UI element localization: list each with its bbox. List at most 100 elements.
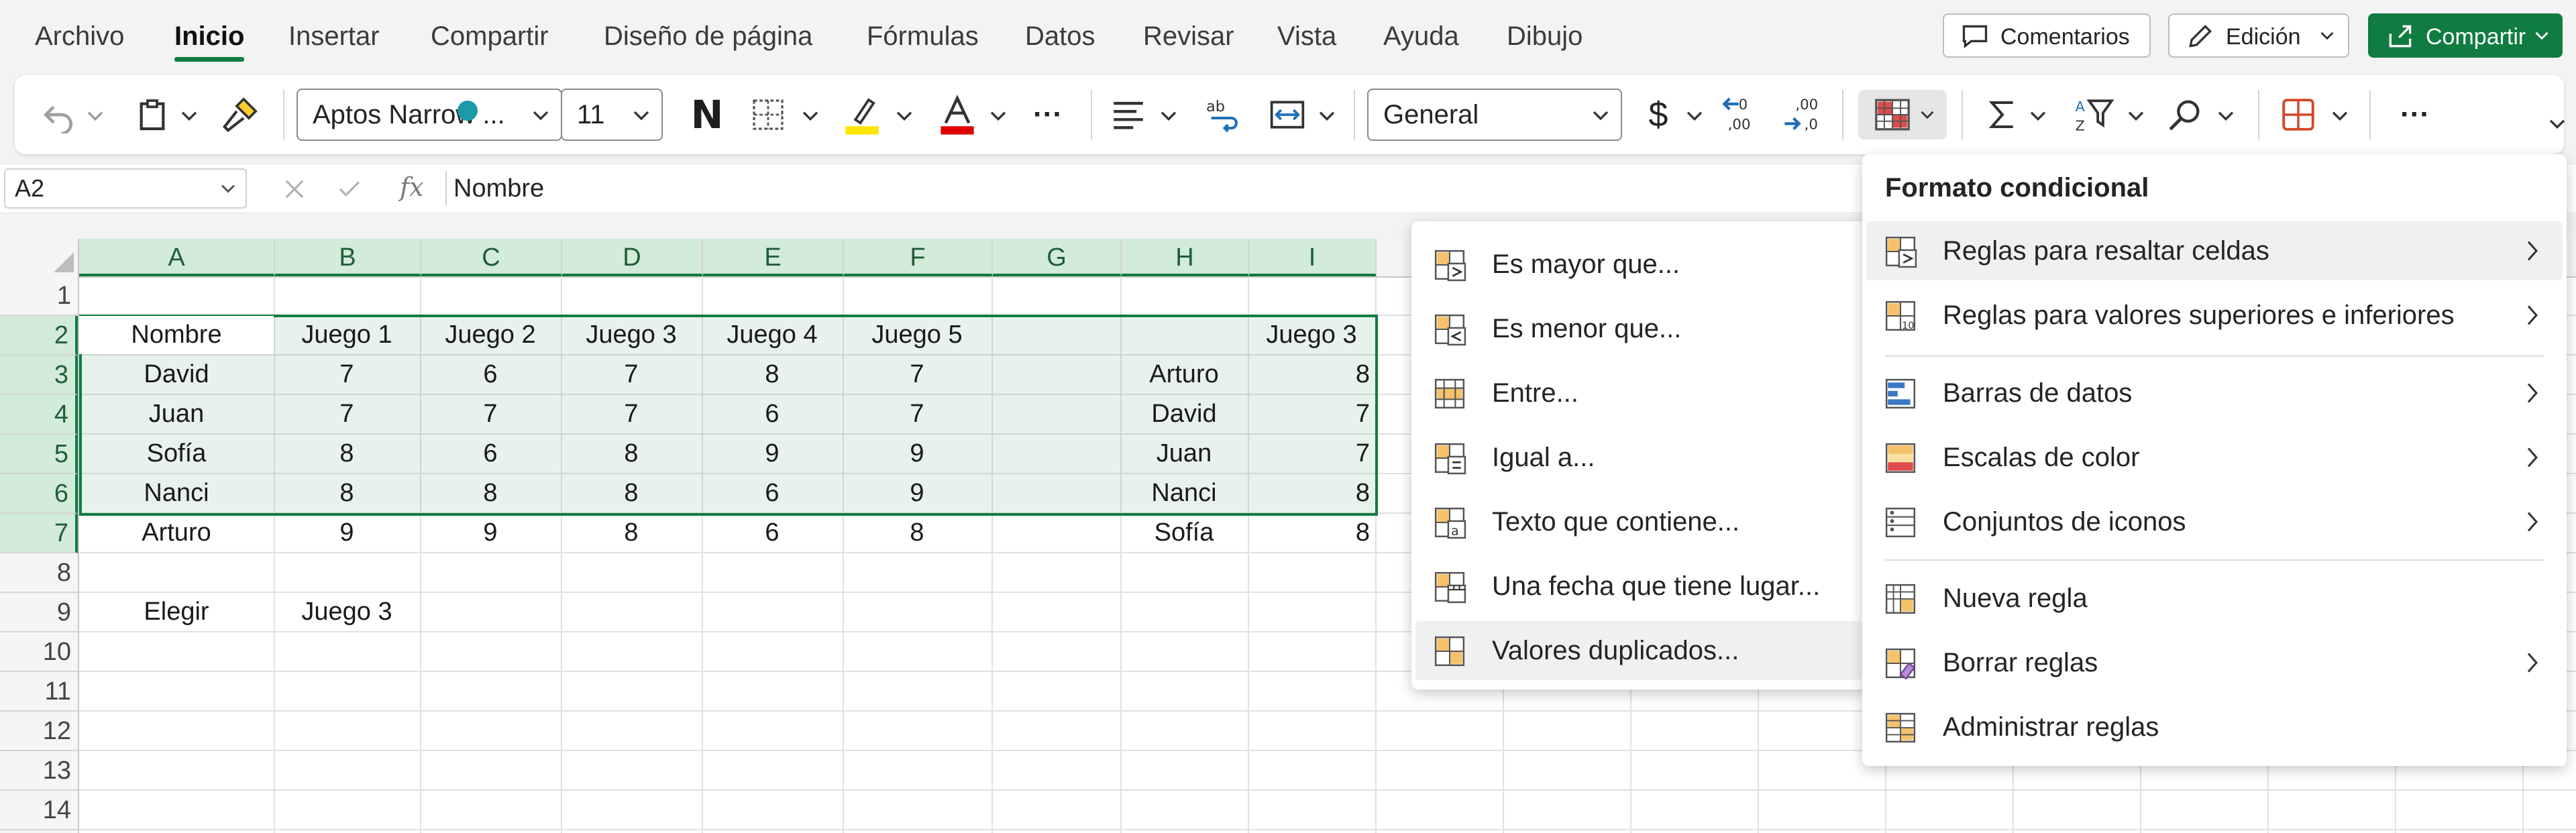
row-header-6[interactable]: 6 [0, 474, 78, 514]
sort-filter-button[interactable]: AZ [2068, 90, 2121, 140]
row-header-14[interactable]: 14 [0, 791, 78, 830]
cell-i3[interactable]: 8 [1248, 355, 1375, 394]
column-header-d[interactable]: D [562, 239, 703, 276]
bold-button[interactable]: N [680, 90, 734, 140]
cell-d6[interactable]: 8 [561, 474, 702, 512]
chevron-down-icon[interactable] [1681, 98, 1708, 131]
cancel-icon[interactable] [280, 175, 309, 203]
tab-formulas[interactable]: Fórmulas [867, 16, 979, 56]
menu-item-top-bottom-rules[interactable]: 10 Reglas para valores superiores e infe… [1866, 286, 2563, 345]
add-ins-button[interactable] [2271, 90, 2325, 140]
cell-a6[interactable]: Nanci [79, 474, 274, 512]
row-header-3[interactable]: 3 [0, 355, 78, 395]
cell-e6[interactable]: 6 [702, 474, 843, 512]
tab-archivo[interactable]: Archivo [35, 16, 124, 56]
cell-f5[interactable]: 9 [843, 434, 991, 473]
enter-check-icon[interactable] [335, 175, 364, 203]
font-size-dropdown[interactable]: 11 [561, 89, 663, 141]
menu-item-duplicate-values[interactable]: Valores duplicados... [1415, 621, 1862, 680]
cell-c7[interactable]: 9 [420, 513, 561, 552]
chevron-down-icon[interactable] [176, 98, 203, 131]
tab-inicio[interactable]: Inicio [174, 16, 245, 62]
cell-d4[interactable]: 7 [561, 394, 702, 433]
find-button[interactable] [2161, 90, 2208, 140]
menu-item-data-bars[interactable]: Barras de datos [1866, 364, 2563, 423]
menu-item-text-contains[interactable]: a Texto que contiene... [1415, 492, 1862, 551]
wrap-text-button[interactable]: ab [1199, 90, 1246, 140]
row-header-8[interactable]: 8 [0, 553, 78, 593]
cell-c4[interactable]: 7 [420, 394, 561, 433]
cell-e2[interactable]: Juego 4 [702, 315, 843, 354]
autosum-button[interactable] [1979, 90, 2026, 140]
chevron-down-icon[interactable] [797, 98, 824, 131]
tab-ayuda[interactable]: Ayuda [1383, 16, 1459, 56]
cell-a2[interactable]: Nombre [79, 315, 274, 354]
row-header-7[interactable]: 7 [0, 514, 78, 553]
row-header-2[interactable]: 2 [0, 316, 78, 355]
font-color-button[interactable] [934, 90, 981, 140]
cell-f3[interactable]: 7 [843, 355, 991, 394]
cell-d7[interactable]: 8 [561, 513, 702, 552]
column-header-a[interactable]: A [79, 239, 275, 276]
comments-button[interactable]: Comentarios [1943, 13, 2151, 58]
menu-item-icon-sets[interactable]: Conjuntos de iconos [1866, 492, 2563, 551]
increase-decimal-button[interactable]: 0,00 [1719, 90, 1766, 140]
menu-item-greater-than[interactable]: Es mayor que... [1415, 235, 1862, 294]
tab-datos[interactable]: Datos [1025, 16, 1095, 56]
cell-c5[interactable]: 6 [420, 434, 561, 473]
cell-f4[interactable]: 7 [843, 394, 991, 433]
tab-diseno-de-pagina[interactable]: Diseño de página [604, 16, 812, 56]
format-painter-button[interactable] [213, 90, 267, 140]
formula-input[interactable]: Nombre [453, 170, 544, 207]
chevron-down-icon[interactable] [82, 98, 109, 131]
share-button[interactable]: Compartir [2368, 13, 2563, 58]
cell-c6[interactable]: 8 [420, 474, 561, 512]
chevron-down-icon[interactable] [1313, 98, 1340, 131]
tab-compartir[interactable]: Compartir [431, 16, 549, 56]
menu-item-date-occurring[interactable]: Una fecha que tiene lugar... [1415, 557, 1862, 616]
cell-h6[interactable]: Nanci [1120, 474, 1248, 512]
more-font-options-button[interactable]: ··· [1021, 90, 1075, 140]
cell-h5[interactable]: Juan [1120, 434, 1248, 473]
tab-dibujo[interactable]: Dibujo [1507, 16, 1582, 56]
chevron-down-icon[interactable] [2212, 98, 2239, 131]
cell-c3[interactable]: 6 [420, 355, 561, 394]
cell-b3[interactable]: 7 [274, 355, 420, 394]
cell-i5[interactable]: 7 [1248, 434, 1375, 473]
tab-insertar[interactable]: Insertar [288, 16, 380, 56]
number-format-dropdown[interactable]: General [1367, 89, 1622, 141]
menu-item-less-than[interactable]: Es menor que... [1415, 299, 1862, 358]
currency-format-button[interactable]: $ [1638, 90, 1678, 140]
cell-e7[interactable]: 6 [702, 513, 843, 552]
cell-b6[interactable]: 8 [274, 474, 420, 512]
menu-item-new-rule[interactable]: Nueva regla [1866, 569, 2563, 628]
chevron-down-icon[interactable] [2025, 98, 2051, 131]
conditional-format-button[interactable] [1858, 90, 1947, 140]
column-header-i[interactable]: I [1249, 239, 1377, 276]
borders-button[interactable] [745, 90, 792, 140]
cell-e4[interactable]: 6 [702, 394, 843, 433]
row-header-1[interactable]: 1 [0, 276, 78, 316]
menu-item-manage-rules[interactable]: Administrar reglas [1866, 698, 2563, 757]
cell-f7[interactable]: 8 [843, 513, 991, 552]
cell-c2[interactable]: Juego 2 [420, 315, 561, 354]
ribbon-expand-icon[interactable] [2544, 106, 2571, 140]
cell-b9[interactable]: Juego 3 [274, 592, 420, 631]
cell-b2[interactable]: Juego 1 [274, 315, 420, 354]
row-header-9[interactable]: 9 [0, 593, 78, 632]
cell-i2[interactable]: Juego 3 [1248, 315, 1375, 354]
menu-item-clear-rules[interactable]: Borrar reglas [1866, 633, 2563, 692]
fill-color-button[interactable] [839, 90, 885, 140]
cell-h4[interactable]: David [1120, 394, 1248, 433]
chevron-down-icon[interactable] [891, 98, 918, 131]
cell-e3[interactable]: 8 [702, 355, 843, 394]
chevron-down-icon[interactable] [2123, 98, 2149, 131]
name-box[interactable]: A2 [4, 168, 247, 209]
cell-e5[interactable]: 9 [702, 434, 843, 473]
cell-a3[interactable]: David [79, 355, 274, 394]
cell-a4[interactable]: Juan [79, 394, 274, 433]
tab-vista[interactable]: Vista [1277, 16, 1336, 56]
cell-a5[interactable]: Sofía [79, 434, 274, 473]
chevron-down-icon[interactable] [1155, 98, 1182, 131]
cell-f2[interactable]: Juego 5 [843, 315, 991, 354]
